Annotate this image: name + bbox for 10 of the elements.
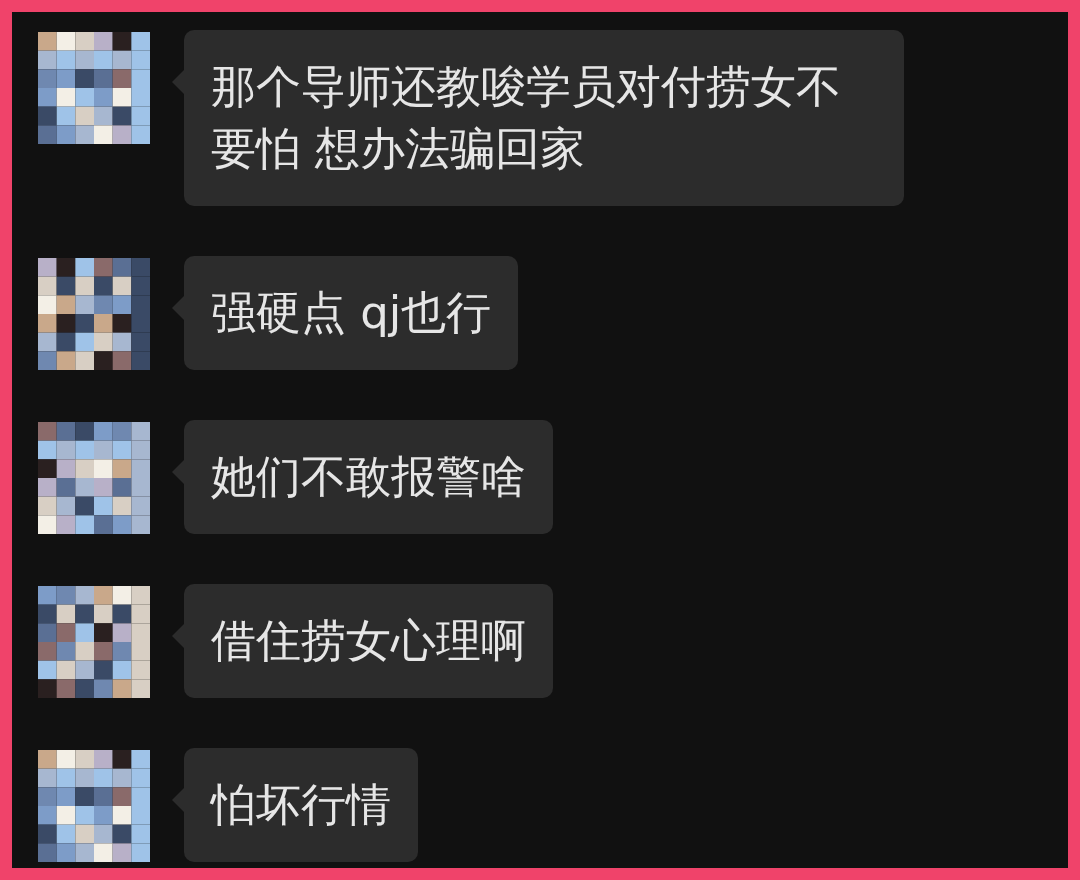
message-bubble: 怕坏行情 <box>184 748 418 862</box>
message-bubble: 借住捞女心理啊 <box>184 584 553 698</box>
message-bubble: 她们不敢报警啥 <box>184 420 553 534</box>
bubble-tail-icon <box>172 460 184 484</box>
bubble-tail-icon <box>172 788 184 812</box>
bubble-tail-icon <box>172 624 184 648</box>
bubble-tail-icon <box>172 70 184 94</box>
bubble-tail-icon <box>172 296 184 320</box>
message-bubble: 那个导师还教唆学员对付捞女不要怕 想办法骗回家 <box>184 30 904 206</box>
message-bubble: 强硬点 qj也行 <box>184 256 519 370</box>
